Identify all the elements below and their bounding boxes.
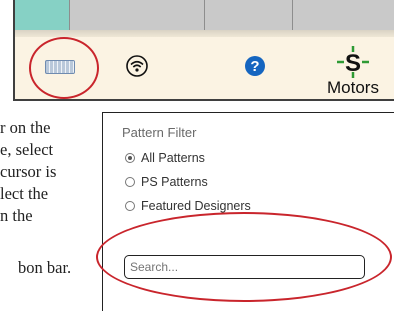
ribbon-tab[interactable] bbox=[204, 0, 293, 30]
svg-text:S: S bbox=[345, 50, 361, 77]
keyboard-highlight-circle bbox=[29, 37, 99, 99]
filter-option-ps-patterns[interactable]: PS Patterns bbox=[125, 175, 208, 189]
svg-text:?: ? bbox=[250, 58, 259, 75]
instruction-line: cursor is bbox=[0, 162, 57, 181]
ribbon-tab-active[interactable] bbox=[15, 0, 69, 30]
instruction-line: bon bar. bbox=[18, 258, 72, 277]
help-icon[interactable]: ? bbox=[244, 55, 266, 82]
ribbon-toolbar: ? S Motors bbox=[13, 0, 394, 101]
instruction-line: r on the bbox=[0, 118, 51, 137]
filter-option-label: Featured Designers bbox=[141, 199, 251, 213]
motors-label: Motors bbox=[327, 78, 379, 97]
instruction-line: e, select bbox=[0, 140, 54, 159]
ribbon-tab[interactable] bbox=[292, 0, 394, 30]
filter-option-label: PS Patterns bbox=[141, 175, 208, 189]
ribbon-tab[interactable] bbox=[69, 0, 205, 30]
filter-option-featured-designers[interactable]: Featured Designers bbox=[125, 199, 251, 213]
radio-unselected-icon[interactable] bbox=[125, 201, 135, 211]
wifi-icon[interactable] bbox=[126, 55, 148, 82]
ribbon-tab-strip bbox=[15, 0, 394, 30]
filter-option-all-patterns[interactable]: All Patterns bbox=[125, 151, 205, 165]
ribbon-divider bbox=[15, 30, 394, 37]
instruction-line: n the bbox=[0, 206, 33, 225]
pattern-filter-title: Pattern Filter bbox=[122, 125, 197, 140]
motors-button[interactable]: S Motors bbox=[323, 46, 383, 98]
motors-icon: S bbox=[337, 46, 369, 78]
radio-unselected-icon[interactable] bbox=[125, 177, 135, 187]
filter-option-label: All Patterns bbox=[141, 151, 205, 165]
instruction-line: lect the bbox=[0, 184, 49, 203]
radio-selected-icon[interactable] bbox=[125, 153, 135, 163]
search-highlight-ellipse bbox=[96, 212, 392, 302]
